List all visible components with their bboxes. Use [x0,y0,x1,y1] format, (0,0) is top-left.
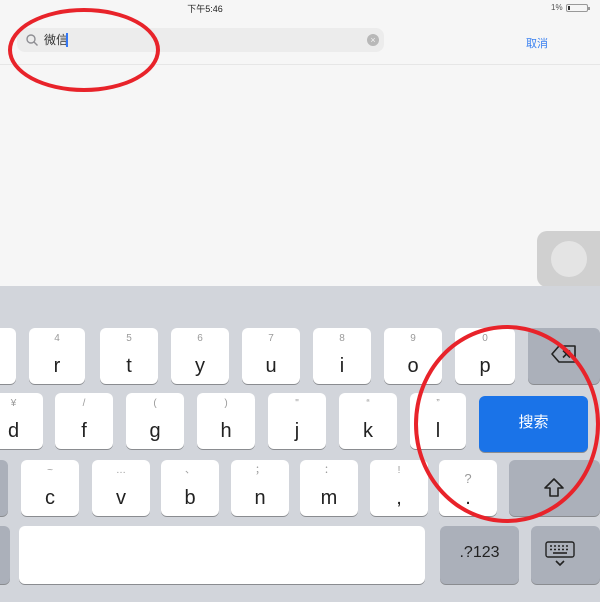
assistive-touch-icon [551,241,587,277]
key-t[interactable]: 5t [100,328,158,384]
key-partial[interactable] [0,526,10,584]
cancel-button[interactable]: 取消 [526,35,548,51]
key-v[interactable]: … v [92,460,150,516]
numbers-key[interactable]: .?123 [440,526,519,584]
assistive-touch-button[interactable] [537,231,600,287]
dismiss-keyboard-button[interactable] [531,526,600,584]
key-d[interactable]: ¥ d [0,393,43,449]
key-u[interactable]: 7u [242,328,300,384]
clear-icon[interactable]: × [367,34,379,46]
keyboard-hide-icon [545,541,575,567]
battery-icon [566,4,590,12]
key-n[interactable]: ； n [231,460,289,516]
shift-key-partial[interactable] [0,460,8,516]
key-i[interactable]: 8i [313,328,371,384]
key-k[interactable]: “k [339,393,397,449]
space-bar[interactable] [19,526,425,584]
keyboard-key-partial[interactable] [0,328,16,384]
key-m[interactable]: ： m [300,460,358,516]
key-g[interactable]: (g [126,393,184,449]
key-r[interactable]: 4r [29,328,85,384]
key-j[interactable]: " j [268,393,326,449]
key-f[interactable]: / f [55,393,113,449]
key-h[interactable]: ) h [197,393,255,449]
key-c[interactable]: ~ c [21,460,79,516]
battery-percentage: 1% [551,3,563,12]
key-b[interactable]: 、 b [161,460,219,516]
annotation-circle-search-key [414,325,600,523]
key-y[interactable]: 6y [171,328,229,384]
key-exclamation[interactable]: !, [370,460,428,516]
annotation-circle-search [8,8,160,92]
